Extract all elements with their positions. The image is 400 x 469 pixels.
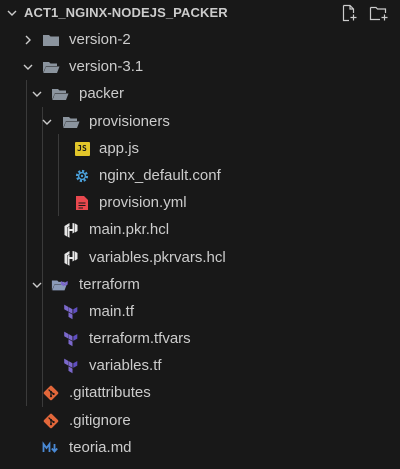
- tree-item-label: .gitignore: [69, 411, 131, 429]
- tree-item-label: teoria.md: [69, 438, 132, 456]
- tree-file-app-js[interactable]: JS app.js: [0, 135, 400, 162]
- tree-file-teoria-md[interactable]: teoria.md: [0, 434, 400, 461]
- terraform-icon: [62, 303, 80, 321]
- chevron-down-icon[interactable]: [6, 7, 18, 19]
- tree-item-label: nginx_default.conf: [99, 166, 221, 184]
- tree-file-provision-yml[interactable]: provision.yml: [0, 189, 400, 216]
- tree-item-label: .gitattributes: [69, 384, 151, 402]
- git-icon: [42, 384, 60, 402]
- chevron-down-icon[interactable]: [41, 116, 53, 128]
- gear-config-icon: [73, 167, 91, 185]
- tree-folder-packer[interactable]: packer: [0, 80, 400, 107]
- tree-item-label: version-3.1: [69, 58, 144, 76]
- file-tree: version-2 version-3.1 packer provisioner…: [0, 26, 400, 461]
- terraform-icon: [62, 330, 80, 348]
- tree-item-label: main.tf: [89, 302, 135, 320]
- tree-item-label: provision.yml: [99, 194, 187, 212]
- folder-icon: [42, 31, 60, 49]
- chevron-down-icon[interactable]: [31, 88, 43, 100]
- folder-open-icon: [62, 113, 80, 131]
- tree-item-label: variables.tf: [89, 357, 162, 375]
- tree-item-label: main.pkr.hcl: [89, 221, 170, 239]
- tree-folder-provisioners[interactable]: provisioners: [0, 108, 400, 135]
- new-file-icon: [342, 4, 357, 22]
- tree-item-label: version-2: [69, 31, 131, 48]
- explorer-panel: ACT1_NGINX-NODEJS_PACKER version-2 versi…: [0, 0, 400, 469]
- folder-open-icon: [42, 58, 60, 76]
- chevron-down-icon[interactable]: [31, 279, 43, 291]
- tree-item-label: terraform: [79, 275, 140, 293]
- tree-file-gitattributes[interactable]: .gitattributes: [0, 379, 400, 406]
- chevron-down-icon[interactable]: [22, 61, 34, 73]
- hashicorp-icon: [62, 221, 80, 239]
- tree-file-variables-pkrvars-hcl[interactable]: variables.pkrvars.hcl: [0, 244, 400, 271]
- tree-file-gitignore[interactable]: .gitignore: [0, 407, 400, 434]
- tree-file-main-tf[interactable]: main.tf: [0, 298, 400, 325]
- tree-file-nginx-default-conf[interactable]: nginx_default.conf: [0, 162, 400, 189]
- tree-file-terraform-tfvars[interactable]: terraform.tfvars: [0, 325, 400, 352]
- hashicorp-icon: [62, 249, 80, 267]
- new-folder-button[interactable]: [368, 3, 390, 23]
- yaml-file-icon: [73, 194, 91, 212]
- tree-item-label: app.js: [99, 139, 140, 157]
- markdown-icon: [42, 439, 60, 457]
- new-file-button[interactable]: [338, 3, 360, 23]
- tree-item-label: terraform.tfvars: [89, 330, 191, 348]
- tree-folder-terraform[interactable]: terraform: [0, 271, 400, 298]
- tree-item-label: packer: [79, 85, 125, 103]
- explorer-title: ACT1_NGINX-NODEJS_PACKER: [24, 5, 228, 20]
- terraform-folder-open-icon: [51, 276, 69, 294]
- new-folder-icon: [369, 6, 388, 21]
- chevron-right-icon[interactable]: [22, 34, 34, 46]
- git-icon: [42, 412, 60, 430]
- tree-file-main-pkr-hcl[interactable]: main.pkr.hcl: [0, 216, 400, 243]
- tree-item-label: variables.pkrvars.hcl: [89, 248, 226, 266]
- tree-folder-version-2[interactable]: version-2: [0, 26, 400, 53]
- tree-folder-version-3-1[interactable]: version-3.1: [0, 53, 400, 80]
- tree-item-label: provisioners: [89, 112, 170, 130]
- terraform-icon: [62, 357, 80, 375]
- javascript-file-icon: JS: [73, 140, 91, 158]
- folder-open-icon: [51, 85, 69, 103]
- explorer-header[interactable]: ACT1_NGINX-NODEJS_PACKER: [0, 0, 400, 26]
- tree-file-variables-tf[interactable]: variables.tf: [0, 352, 400, 379]
